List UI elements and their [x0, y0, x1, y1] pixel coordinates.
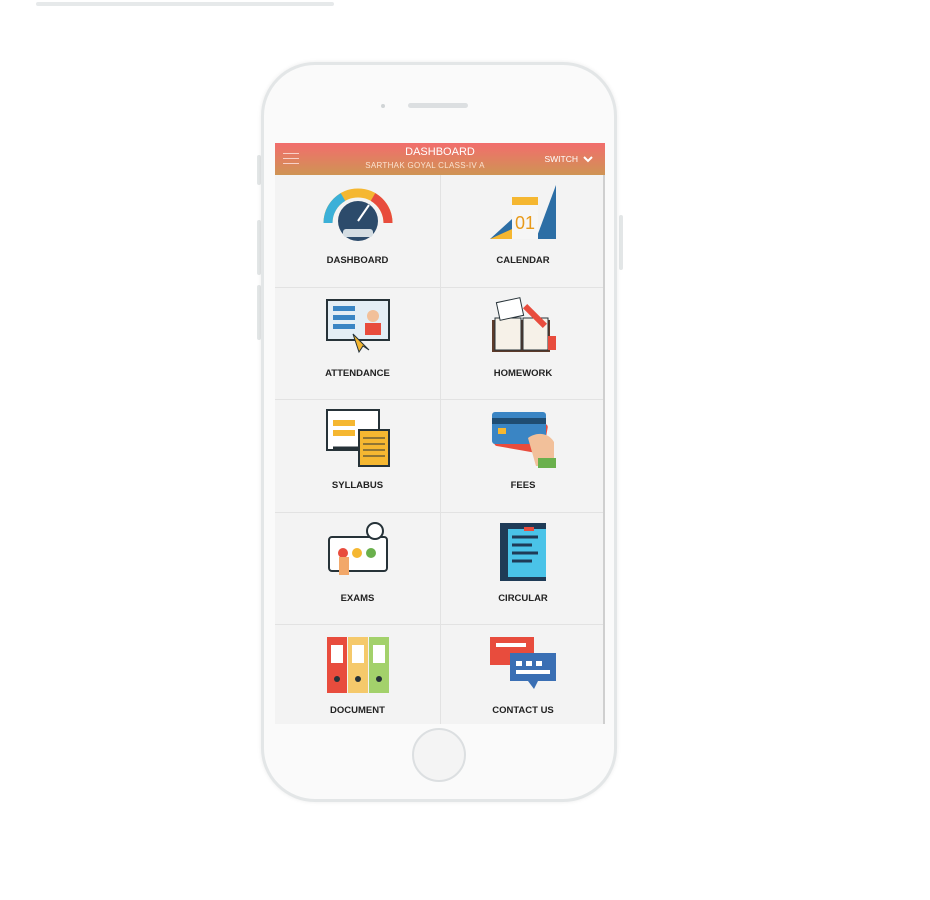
- scrollbar[interactable]: [603, 175, 605, 724]
- calendar-icon: 01: [490, 185, 556, 239]
- app-screen: DASHBOARD SARTHAK GOYAL CLASS-IV A SWITC…: [275, 143, 605, 724]
- switch-button[interactable]: SWITCH: [544, 154, 593, 164]
- tile-label: CIRCULAR: [498, 592, 548, 604]
- home-button[interactable]: [412, 728, 466, 782]
- binders-icon: [326, 637, 389, 693]
- tile-exams[interactable]: EXAMS: [275, 512, 441, 625]
- phone-camera: [381, 104, 385, 108]
- chevron-down-icon: [583, 155, 593, 162]
- tile-homework[interactable]: HOMEWORK: [441, 288, 605, 400]
- tile-circular[interactable]: CIRCULAR: [441, 513, 605, 625]
- credit-card-icon: [492, 412, 556, 468]
- switch-label: SWITCH: [544, 154, 578, 164]
- background-bar: [36, 2, 334, 6]
- attendance-board-icon: [325, 298, 390, 353]
- app-header: DASHBOARD SARTHAK GOYAL CLASS-IV A SWITC…: [275, 143, 605, 175]
- tile-fees[interactable]: FEES: [441, 400, 605, 513]
- tile-label: DOCUMENT: [330, 705, 385, 716]
- tile-document[interactable]: DOCUMENT: [275, 625, 441, 724]
- tile-contact-us[interactable]: CONTACT US: [441, 625, 605, 724]
- tile-attendance[interactable]: ATTENDANCE: [275, 287, 441, 400]
- tile-label: HOMEWORK: [493, 367, 553, 379]
- tile-label: ATTENDANCE: [325, 367, 390, 379]
- open-book-icon: [492, 296, 556, 352]
- tile-label: CALENDAR: [496, 255, 550, 266]
- tile-calendar[interactable]: 01 CALENDAR: [441, 175, 605, 288]
- tile-dashboard[interactable]: DASHBOARD: [275, 175, 441, 288]
- chat-bubbles-icon: [490, 637, 556, 689]
- tile-label: SYLLABUS: [331, 480, 384, 491]
- calendar-day-text: 01: [515, 213, 535, 233]
- tile-label: DASHBOARD: [326, 255, 389, 266]
- phone-speaker: [408, 103, 468, 108]
- student-name: SARTHAK GOYAL CLASS-IV A: [365, 161, 485, 170]
- tile-label: CONTACT US: [492, 705, 554, 716]
- menu-grid: DASHBOARD 01 CALENDAR ATTENDANCE HOMEWOR…: [275, 175, 605, 724]
- syllabus-document-icon: [325, 409, 390, 467]
- tile-label: FEES: [510, 480, 536, 491]
- tile-syllabus[interactable]: SYLLABUS: [275, 400, 441, 513]
- tile-label: EXAMS: [340, 592, 375, 604]
- circular-notice-icon: [500, 522, 546, 581]
- phone-power-button: [619, 215, 623, 270]
- exam-timer-icon: [327, 521, 388, 575]
- speedometer-icon: [322, 188, 393, 241]
